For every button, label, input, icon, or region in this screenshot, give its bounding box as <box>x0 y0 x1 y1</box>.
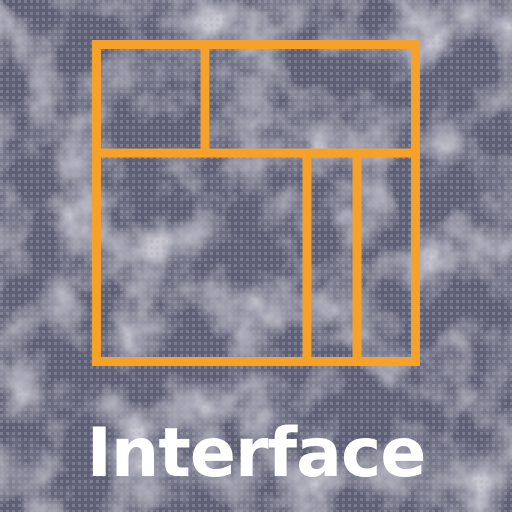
layout-outer-frame <box>92 40 420 366</box>
window-layout-icon <box>92 40 420 366</box>
app-tile: Interface <box>0 0 512 512</box>
tile-title: Interface <box>86 414 427 493</box>
